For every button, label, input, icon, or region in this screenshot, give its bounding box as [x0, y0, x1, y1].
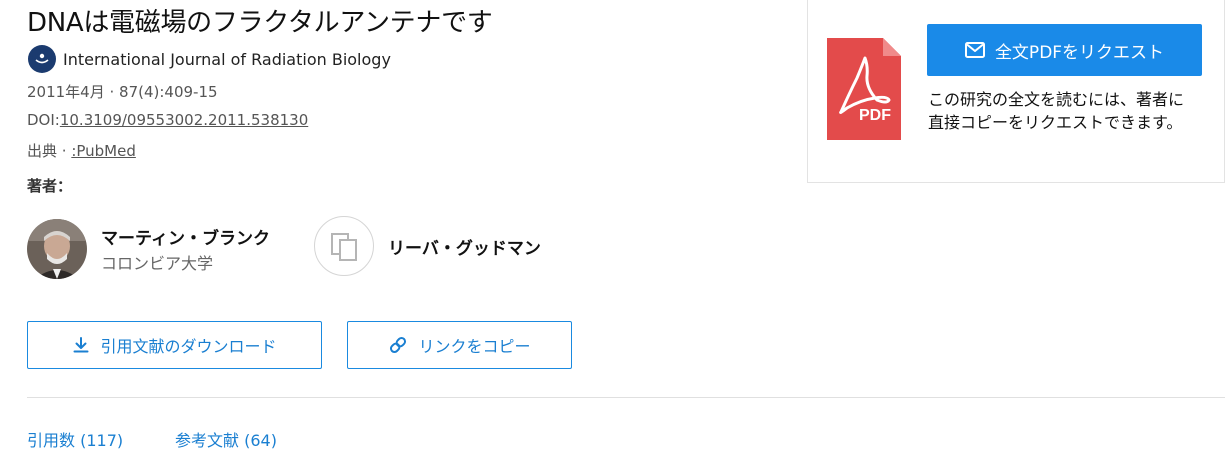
author-card[interactable]: マーティン・ブランク コロンビア大学	[27, 219, 270, 279]
mail-icon	[964, 42, 985, 58]
copy-link-button[interactable]: リンクをコピー	[347, 321, 572, 369]
author-card[interactable]: リーバ・グッドマン	[314, 216, 541, 276]
author-avatar[interactable]	[27, 219, 87, 279]
section-divider	[27, 397, 1225, 398]
source-link[interactable]: :PubMed	[71, 142, 136, 160]
source-row: 出典 · :PubMed	[27, 140, 136, 161]
download-citation-button[interactable]: 引用文献のダウンロード	[27, 321, 322, 369]
tab-references[interactable]: 参考文献 (64)	[175, 427, 277, 451]
doi-link[interactable]: 10.3109/09553002.2011.538130	[60, 111, 308, 129]
download-icon	[73, 337, 89, 353]
author-name[interactable]: マーティン・ブランク	[101, 224, 270, 249]
download-citation-label: 引用文献のダウンロード	[100, 337, 277, 356]
copy-link-label: リンクをコピー	[418, 337, 531, 356]
link-icon	[390, 336, 407, 354]
doi-label: DOI:	[27, 111, 60, 129]
doi-row: DOI:10.3109/09553002.2011.538130	[27, 111, 308, 129]
pdf-file-icon: PDF	[827, 38, 901, 140]
author-affiliation: コロンビア大学	[101, 254, 214, 273]
tab-citations[interactable]: 引用数 (117)	[27, 427, 123, 451]
journal-row: International Journal of Radiation Biolo…	[28, 45, 391, 73]
author-placeholder-icon[interactable]	[314, 216, 374, 276]
pdf-request-description: この研究の全文を読むには、著者に直接コピーをリクエストできます。	[928, 90, 1185, 132]
journal-name[interactable]: International Journal of Radiation Biolo…	[63, 50, 391, 69]
journal-logo-icon	[28, 45, 56, 73]
publication-date: 2011年4月 · 87(4):409-15	[27, 83, 218, 101]
authors-label: 著者：	[27, 177, 73, 195]
source-label: 出典 ·	[27, 142, 72, 160]
author-name[interactable]: リーバ・グッドマン	[388, 234, 541, 259]
request-pdf-button[interactable]: 全文PDFをリクエスト	[927, 24, 1202, 76]
request-pdf-label: 全文PDFをリクエスト	[994, 42, 1165, 63]
pdf-icon-text: PDF	[859, 107, 891, 124]
article-title: DNAは電磁場のフラクタルアンテナです	[27, 8, 493, 38]
